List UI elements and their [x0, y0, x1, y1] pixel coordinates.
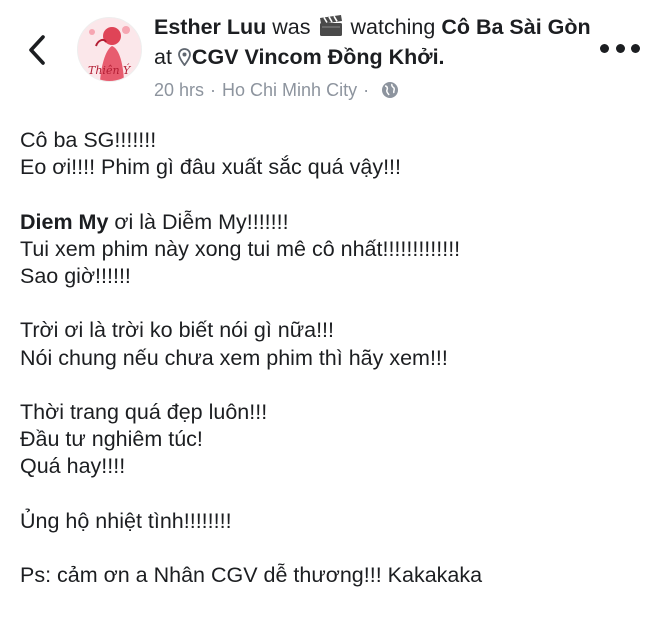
- post-line: Trời ơi là trời ko biết nói gì nữa!!!: [20, 318, 334, 343]
- title-line-1: Esther Luu was watching Cô Ba Sài Gòn: [154, 14, 594, 44]
- avatar[interactable]: Thiên Ý: [77, 17, 142, 82]
- post-line: Ps: cảm ơn a Nhân CGV dễ thương!!! Kakak…: [20, 563, 483, 588]
- post-line: Thời trang quá đẹp luôn!!!: [20, 399, 268, 424]
- city-name[interactable]: Ho Chi Minh City: [222, 79, 357, 101]
- title-line-2: at CGV Vincom Đồng Khởi.: [154, 44, 594, 73]
- at-text: at: [154, 45, 172, 69]
- post-line-text: ơi là Diễm My!!!!!!!: [108, 209, 289, 234]
- more-dot-2: [615, 43, 625, 53]
- map-pin-icon: [178, 46, 191, 73]
- meta-separator: ·: [210, 80, 217, 100]
- clapper-board-icon: [319, 15, 343, 44]
- avatar-signature: Thiên Ý: [88, 63, 132, 77]
- chevron-left-icon: [29, 35, 45, 65]
- post-line: Cô ba SG!!!!!!!: [20, 128, 157, 152]
- more-dot-1: [600, 43, 609, 53]
- post-title: Esther Luu was watching Cô Ba Sài Gòn at: [154, 14, 594, 101]
- meta-separator-2: ·: [363, 80, 370, 100]
- more-options-button[interactable]: [600, 38, 640, 58]
- was-text: was: [272, 15, 311, 39]
- post-meta: 20 hrs · Ho Chi Minh City ·: [154, 79, 594, 101]
- post-body: Cô ba SG!!!!!!! Eo ơi!!!! Phim gì đâu xu…: [20, 127, 650, 589]
- post-line: Quá hay!!!!: [20, 454, 126, 479]
- more-dot-3: [631, 43, 640, 53]
- movie-title[interactable]: Cô Ba Sài Gòn: [441, 15, 590, 39]
- post-line: Đầu tư nghiêm túc!: [20, 427, 203, 452]
- post-line: Eo ơi!!!! Phim gì đâu xuất sắc quá vậy!!…: [20, 155, 401, 180]
- mention-diem-my[interactable]: Diem My: [20, 210, 108, 234]
- post-line: Sao giờ!!!!!!: [20, 264, 131, 288]
- post-line: Tui xem phim này xong tui mê cô nhất!!!!…: [20, 236, 461, 261]
- activity-text: watching: [350, 15, 436, 39]
- timestamp[interactable]: 20 hrs: [154, 79, 204, 101]
- post-line: Diem My ơi là Diễm My!!!!!!!: [20, 209, 650, 236]
- globe-icon[interactable]: [381, 81, 399, 99]
- post-line: Ủng hộ nhiệt tình!!!!!!!!: [20, 508, 232, 533]
- post-header: Thiên Ý Esther Luu was watching Cô Ba Sà…: [0, 0, 660, 105]
- post-line: Nói chung nếu chưa xem phim thì hãy xem!…: [20, 345, 448, 370]
- author-name[interactable]: Esther Luu: [154, 15, 266, 39]
- back-button[interactable]: [20, 30, 54, 70]
- location-name[interactable]: CGV Vincom Đồng Khởi.: [192, 45, 445, 69]
